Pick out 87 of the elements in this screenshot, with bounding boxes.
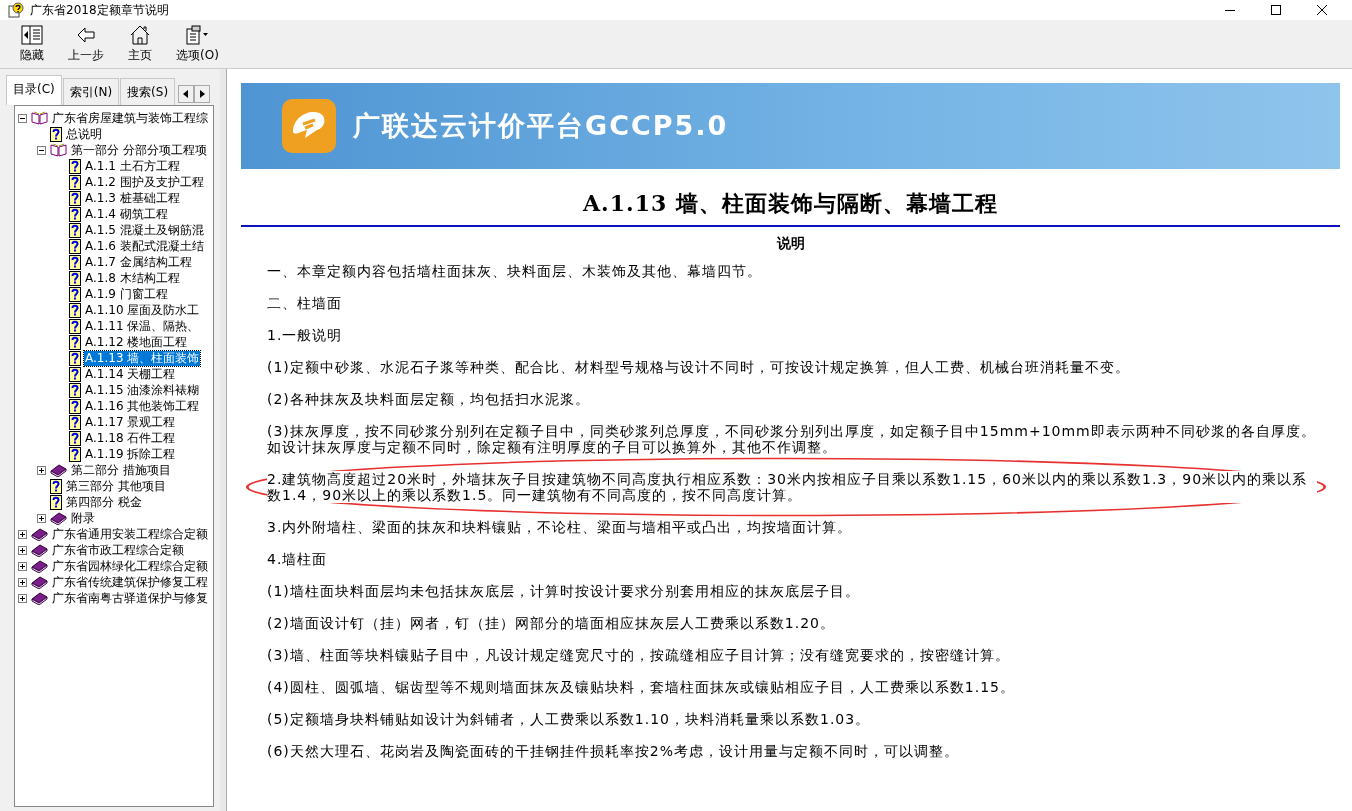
help-page-icon: [69, 254, 81, 270]
expand-icon[interactable]: [18, 529, 27, 539]
tree-item[interactable]: A.1.1 土石方工程: [84, 158, 181, 174]
tree-item[interactable]: A.1.10 屋面及防水工: [84, 302, 201, 318]
help-page-icon: [69, 366, 81, 382]
expand-icon[interactable]: [18, 561, 27, 571]
close-icon[interactable]: [1316, 4, 1328, 16]
hide-pane-icon: [21, 24, 43, 45]
closed-book-icon: [31, 591, 48, 605]
banner-title: 广联达云计价平台GCCP5.0: [353, 109, 729, 143]
tree-item[interactable]: A.1.19 拆除工程: [84, 446, 177, 462]
scroll-right-icon[interactable]: [194, 85, 211, 103]
tree-item[interactable]: A.1.16 其他装饰工程: [84, 398, 201, 414]
tree-item[interactable]: A.1.8 木结构工程: [84, 270, 181, 286]
tree-item[interactable]: A.1.4 砌筑工程: [84, 206, 169, 222]
help-page-icon: [69, 398, 81, 414]
closed-book-icon: [31, 543, 48, 557]
scroll-left-icon[interactable]: [178, 85, 195, 103]
tree-item[interactable]: A.1.6 装配式混凝土结: [84, 238, 205, 254]
home-icon: [129, 24, 151, 45]
tree-item[interactable]: 广东省房屋建筑与装饰工程综: [51, 110, 209, 126]
document-subheading: 说明: [775, 235, 806, 253]
help-page-icon: [69, 174, 81, 190]
closed-book-icon: [50, 511, 67, 525]
document-heading: A.1.13 墙、柱面装饰与隔断、幕墙工程: [581, 189, 999, 218]
logo-icon: [281, 98, 337, 154]
tree-item[interactable]: 第二部分 措施项目: [70, 462, 172, 478]
tree-item[interactable]: A.1.2 围护及支护工程: [84, 174, 205, 190]
closed-book-icon: [31, 559, 48, 573]
tree-item[interactable]: A.1.9 门窗工程: [84, 286, 169, 302]
tree-item[interactable]: A.1.5 混凝土及钢筋混: [84, 222, 205, 238]
tree-item[interactable]: 附录: [70, 510, 96, 526]
tree-item[interactable]: 第一部分 分部分项工程项: [70, 142, 208, 158]
expand-icon[interactable]: [18, 545, 27, 555]
tree-item[interactable]: 总说明: [65, 126, 103, 142]
help-page-icon: [69, 206, 81, 222]
help-page-icon: [69, 238, 81, 254]
help-page-icon: [69, 430, 81, 446]
help-page-icon: [69, 350, 81, 366]
help-page-icon: [69, 286, 81, 302]
maximize-icon[interactable]: [1270, 4, 1282, 16]
tree-item[interactable]: A.1.17 景观工程: [84, 414, 177, 430]
help-page-icon: [69, 222, 81, 238]
help-page-icon: [50, 478, 62, 494]
tree-item[interactable]: 广东省通用安装工程综合定额: [51, 526, 209, 542]
tree-item[interactable]: A.1.15 油漆涂料裱糊: [84, 382, 201, 398]
expand-icon[interactable]: [37, 513, 46, 523]
tree-item[interactable]: A.1.14 天棚工程: [84, 366, 177, 382]
tree-item[interactable]: 第四部分 税金: [65, 494, 143, 510]
help-page-icon: [69, 190, 81, 206]
help-page-icon: [69, 334, 81, 350]
help-page-icon: [69, 318, 81, 334]
tree-item[interactable]: A.1.3 桩基础工程: [84, 190, 181, 206]
closed-book-icon: [50, 463, 67, 477]
help-page-icon: [50, 494, 62, 510]
tree-item[interactable]: 广东省市政工程综合定额: [51, 542, 185, 558]
tree-item[interactable]: A.1.12 楼地面工程: [84, 334, 189, 350]
pane-tab[interactable]: 索引(N): [62, 78, 120, 105]
help-page-icon: [69, 270, 81, 286]
help-page-icon: [69, 302, 81, 318]
tree-item[interactable]: 广东省传统建筑保护修复工程: [51, 574, 209, 590]
help-page-icon: [69, 446, 81, 462]
pane-tab[interactable]: 目录(C): [6, 75, 62, 105]
tree-item[interactable]: A.1.13 墙、柱面装饰: [84, 350, 201, 366]
collapse-icon[interactable]: [37, 145, 46, 155]
expand-icon[interactable]: [18, 593, 27, 603]
open-book-icon: [31, 111, 48, 125]
tree-item[interactable]: 广东省南粤古驿道保护与修复: [51, 590, 209, 606]
tree-item[interactable]: A.1.7 金属结构工程: [84, 254, 193, 270]
tree-item[interactable]: 第三部分 其他项目: [65, 478, 167, 494]
help-page-icon: [50, 126, 62, 142]
tree-item[interactable]: A.1.11 保温、隔热、: [84, 318, 201, 334]
pane-tab[interactable]: 搜索(S): [120, 78, 176, 105]
help-page-icon: [69, 382, 81, 398]
window-title: 广东省2018定额章节说明: [30, 1, 170, 19]
closed-book-icon: [31, 527, 48, 541]
open-book-icon: [50, 143, 67, 157]
tree-item[interactable]: A.1.18 石件工程: [84, 430, 177, 446]
expand-icon[interactable]: [37, 465, 46, 475]
document-paragraph: 2.建筑物高度超过20米时，外墙抹灰子目按建筑物不同高度执行相应系数：30米内按相应子目乘以系数1.15，60米以内的乘以系数1.3，90米以内的乘以系数1.4，90米以上的乘以系数1.5。同一建筑物有不同高度的，按不同高度计算。: [267, 471, 1317, 503]
help-page-icon: [69, 158, 81, 174]
options-icon: [185, 24, 210, 45]
collapse-icon[interactable]: [18, 113, 27, 123]
closed-book-icon: [31, 575, 48, 589]
tree-item[interactable]: 广东省园林绿化工程综合定额: [51, 558, 209, 574]
expand-icon[interactable]: [18, 577, 27, 587]
help-page-icon: [69, 414, 81, 430]
